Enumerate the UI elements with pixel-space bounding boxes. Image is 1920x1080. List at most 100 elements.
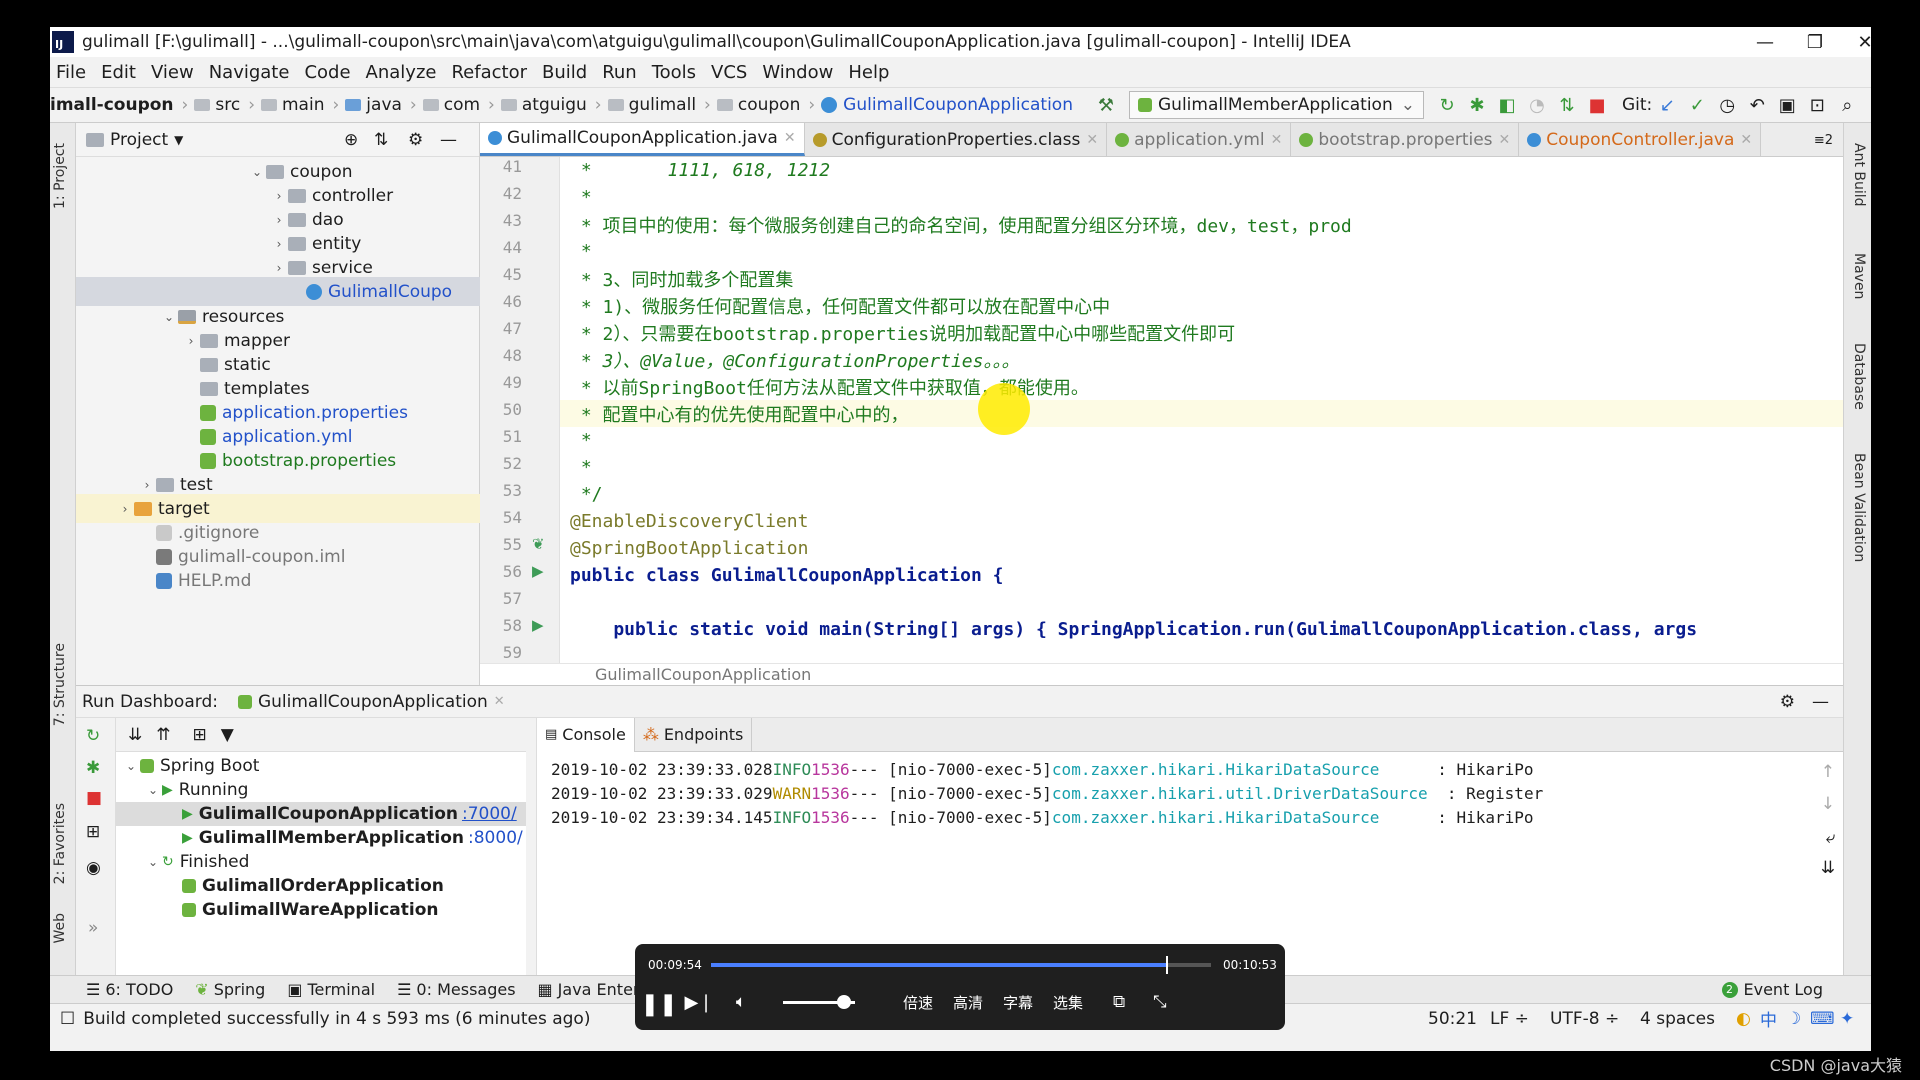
indent-setting[interactable]: 4 spaces xyxy=(1640,1009,1715,1029)
revert-icon[interactable]: ↶ xyxy=(1742,87,1772,123)
close-icon[interactable]: ✕ xyxy=(784,130,796,146)
tool-todo[interactable]: ☰ 6: TODO xyxy=(86,980,173,999)
locate-icon[interactable]: ⊕ xyxy=(344,130,358,150)
camera-icon[interactable]: ◉ xyxy=(86,858,101,878)
keyboard-icon[interactable]: ⌨ xyxy=(1810,1009,1835,1029)
tab-coupon-application[interactable]: GulimallCouponApplication.java ✕ xyxy=(480,123,805,156)
tool-terminal[interactable]: ▣ Terminal xyxy=(287,980,375,999)
tool-tab-database[interactable]: Database xyxy=(1851,343,1867,410)
menu-window[interactable]: Window xyxy=(762,62,833,83)
tool-tab-structure[interactable]: 7: Structure xyxy=(52,643,68,726)
menu-edit[interactable]: Edit xyxy=(101,62,136,83)
soft-wrap-icon[interactable]: ⤶ xyxy=(1825,828,1835,848)
presentation-icon[interactable]: ⊡ xyxy=(1802,87,1832,123)
gear-icon[interactable]: ⚙ xyxy=(408,130,423,150)
speed-button[interactable]: 倍速 xyxy=(903,992,933,1013)
tree-running[interactable]: ⌄ ▶ Running xyxy=(116,778,526,802)
tab-console[interactable]: ▤ Console xyxy=(537,717,635,752)
crumb-main[interactable]: main › xyxy=(261,95,339,115)
debug-icon[interactable]: ✱ xyxy=(86,758,100,778)
scroll-to-end-icon[interactable]: ⇊ xyxy=(1821,858,1835,878)
menu-analyze[interactable]: Analyze xyxy=(366,62,437,83)
lang-icon[interactable]: 中 xyxy=(1760,1006,1777,1031)
tool-tab-bean-validation[interactable]: Bean Validation xyxy=(1851,453,1867,562)
stop-icon[interactable]: ■ xyxy=(86,788,102,808)
exit-fullscreen-icon[interactable]: ⤡ xyxy=(1153,992,1167,1012)
scroll-down-icon[interactable]: ↓ xyxy=(1821,794,1835,814)
run-gutter-icon[interactable]: ▶ xyxy=(532,616,544,634)
pip-icon[interactable]: ⧉ xyxy=(1113,992,1125,1012)
menu-code[interactable]: Code xyxy=(304,62,350,83)
crumb-com[interactable]: com › xyxy=(422,95,495,115)
tree-item-help-md[interactable]: HELP.md xyxy=(76,566,480,595)
tool-tab-web[interactable]: Web xyxy=(52,913,68,944)
crumb-module[interactable]: imall-coupon › xyxy=(50,95,188,115)
tool-messages[interactable]: ☰ 0: Messages xyxy=(397,980,515,999)
progress-track[interactable] xyxy=(711,956,1211,974)
menu-help[interactable]: Help xyxy=(848,62,889,83)
search-icon[interactable]: ⌕ xyxy=(1832,87,1862,123)
history-icon[interactable]: ◷ xyxy=(1712,87,1742,123)
tool-java-enterprise[interactable]: ▦ Java Enter xyxy=(538,980,640,999)
menu-view[interactable]: View xyxy=(151,62,194,83)
caret-position[interactable]: 50:21 xyxy=(1428,1009,1477,1029)
gear-icon[interactable]: ⚙ xyxy=(1780,692,1795,712)
scroll-up-icon[interactable]: ↑ xyxy=(1821,762,1835,782)
attach-icon[interactable]: ⇅ xyxy=(1552,87,1582,123)
coverage-icon[interactable]: ◧ xyxy=(1492,87,1522,123)
episodes-button[interactable]: 选集 xyxy=(1053,992,1083,1013)
tree-coupon-app[interactable]: ▶ GulimallCouponApplication:7000/ xyxy=(116,802,526,826)
menu-build[interactable]: Build xyxy=(542,62,587,83)
crumb-java[interactable]: java › xyxy=(345,95,417,115)
tool-tab-favorites[interactable]: 2: Favorites xyxy=(52,803,68,884)
tool-spring[interactable]: ❦ Spring xyxy=(195,980,265,999)
group-icon[interactable]: ⊞ xyxy=(193,725,207,745)
tab-overflow-count[interactable]: ≡2 xyxy=(1804,133,1843,156)
volume-handle[interactable] xyxy=(837,995,852,1009)
tab-coupon-controller[interactable]: CouponController.java ✕ xyxy=(1519,123,1762,156)
close-icon[interactable]: ✕ xyxy=(494,694,505,709)
minimize-button[interactable]: — xyxy=(1740,27,1790,57)
expand-all-icon[interactable]: ⇊ xyxy=(128,725,142,745)
tree-spring-boot[interactable]: ⌄ Spring Boot xyxy=(116,754,526,778)
tree-finished[interactable]: ⌄ ↻ Finished xyxy=(116,850,526,874)
rerun-icon[interactable]: ↻ xyxy=(1432,87,1462,123)
menu-file[interactable]: File xyxy=(56,62,86,83)
subtitle-button[interactable]: 字幕 xyxy=(1003,992,1033,1013)
rerun-icon[interactable]: ↻ xyxy=(86,726,100,746)
pause-icon[interactable]: ❚❚ xyxy=(641,992,678,1017)
collapse-all-icon[interactable]: ⇈ xyxy=(156,725,170,745)
close-icon[interactable]: ✕ xyxy=(1499,132,1511,148)
port-link[interactable]: :7000/ xyxy=(462,804,517,824)
volume-icon[interactable]: 🔈︎ xyxy=(729,992,753,1012)
git-commit-icon[interactable]: ✓ xyxy=(1682,87,1712,123)
line-separator[interactable]: LF ÷ xyxy=(1490,1009,1529,1029)
build-hammer-icon[interactable]: ⚒ xyxy=(1091,87,1121,123)
profile-icon[interactable]: ◔ xyxy=(1522,87,1552,123)
crumb-atguigu[interactable]: atguigu › xyxy=(500,95,602,115)
close-icon[interactable]: ✕ xyxy=(1086,132,1098,148)
next-icon[interactable]: ▶❘ xyxy=(685,992,714,1013)
menu-navigate[interactable]: Navigate xyxy=(209,62,290,83)
project-view-select[interactable]: Project xyxy=(110,130,168,150)
run-config-select[interactable]: GulimallMemberApplication ⌄ xyxy=(1129,91,1424,119)
status-toggle-icon[interactable]: ☐ xyxy=(60,1009,75,1029)
layout-icon[interactable]: ⊞ xyxy=(86,822,100,842)
filter-icon[interactable]: ▼ xyxy=(221,725,234,745)
restore-button[interactable]: ❐ xyxy=(1790,27,1840,57)
debug-icon[interactable]: ✱ xyxy=(1462,87,1492,123)
hide-icon[interactable]: — xyxy=(1812,692,1829,712)
stop-icon[interactable]: ■ xyxy=(1582,87,1612,123)
tree-order-app[interactable]: GulimallOrderApplication xyxy=(116,874,526,898)
spring-bean-icon[interactable]: ❦ xyxy=(532,535,545,553)
code-area[interactable]: * 1111, 618, 1212 * * 项目中的使用：每个微服务创建自己的命… xyxy=(560,157,1843,663)
menu-tools[interactable]: Tools xyxy=(652,62,696,83)
editor-breadcrumb[interactable]: GulimallCouponApplication xyxy=(480,663,1843,685)
port-link[interactable]: :8000/ xyxy=(468,828,523,848)
crumb-class[interactable]: GulimallCouponApplication xyxy=(821,95,1073,115)
git-update-icon[interactable]: ↙ xyxy=(1652,87,1682,123)
close-button[interactable]: ✕ xyxy=(1840,27,1871,57)
collapse-all-icon[interactable]: ⇅ xyxy=(374,130,388,150)
tool-tab-ant-build[interactable]: Ant Build xyxy=(1851,143,1867,207)
tab-application-yml[interactable]: application.yml ✕ xyxy=(1107,123,1292,156)
